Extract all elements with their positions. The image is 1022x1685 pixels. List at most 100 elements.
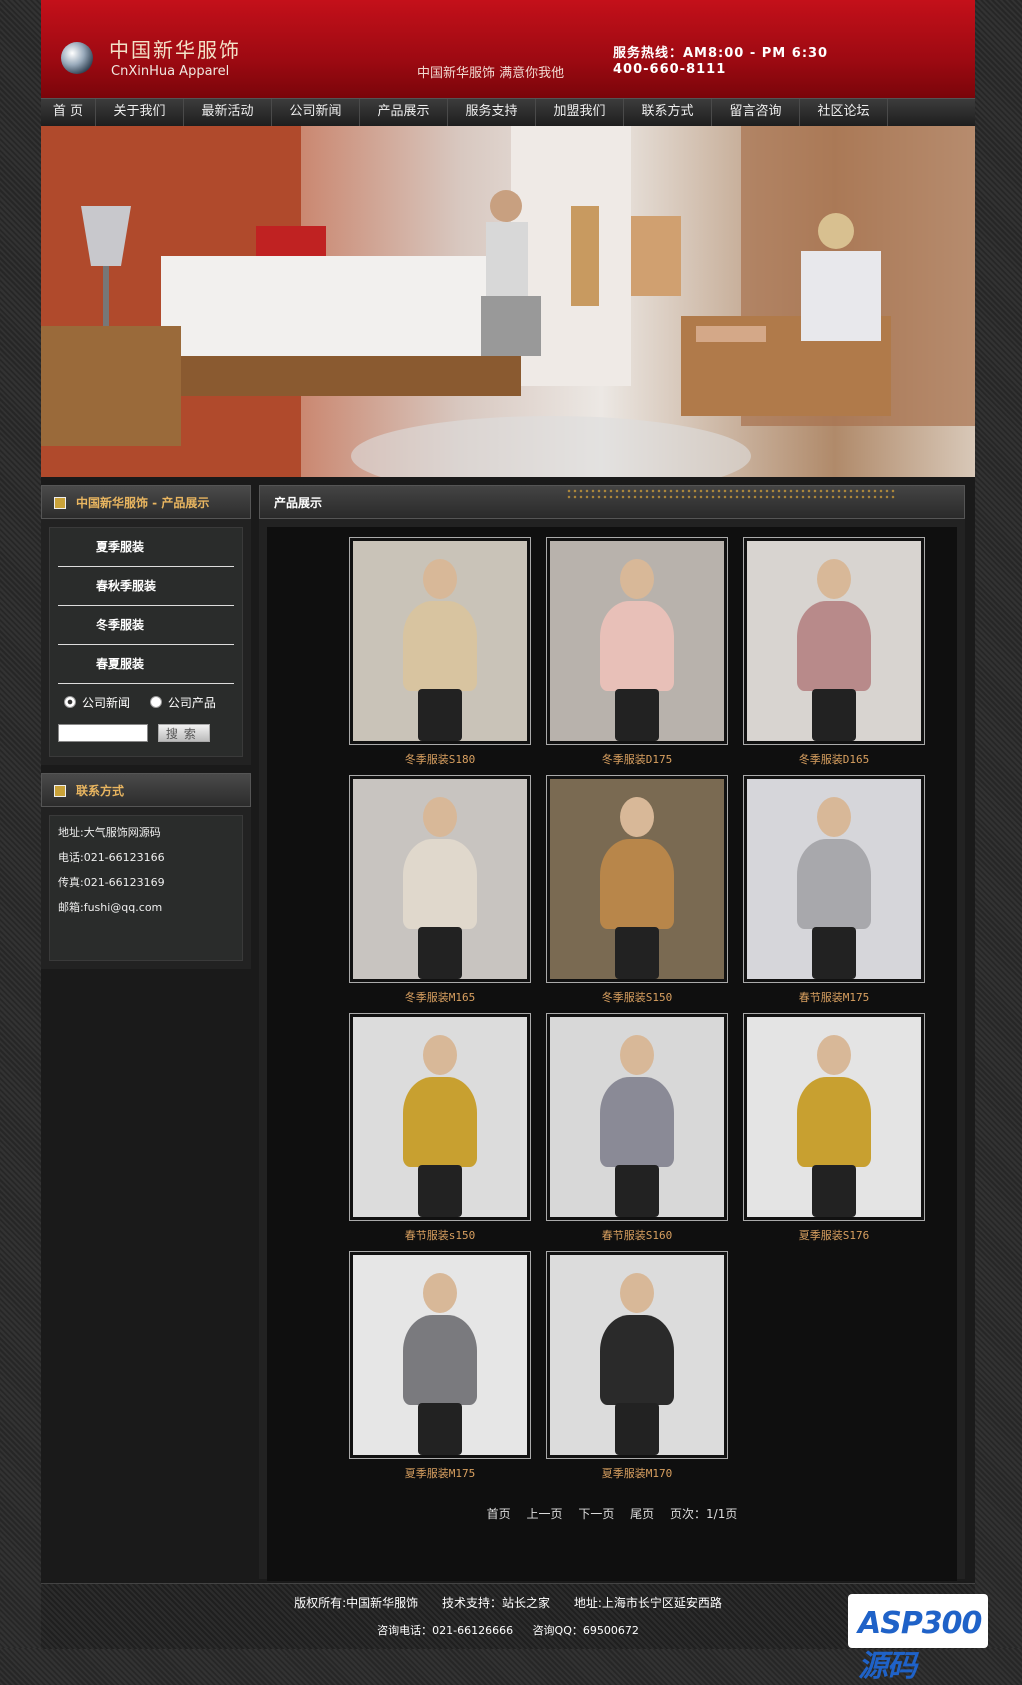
product-photo[interactable]: [349, 775, 531, 983]
model-legs-shape: [615, 689, 659, 741]
category-spring-summer[interactable]: 春夏服装: [58, 645, 234, 684]
model-head-shape: [423, 1035, 457, 1075]
product-gallery: 冬季服装S180 冬季服装D175 冬季服装D165 冬季服装M165 冬季服装S150…: [267, 527, 957, 1581]
category-spring-autumn[interactable]: 春秋季服装: [58, 567, 234, 606]
product-card[interactable]: 冬季服装M165: [349, 775, 531, 1005]
contact-info: 地址:大气服饰网源码 电话:021-66123166 传真:021-661231…: [49, 815, 243, 961]
footer-address: 地址:上海市长宁区延安西路: [573, 1596, 722, 1610]
product-photo[interactable]: [349, 1013, 531, 1221]
model-clothing-shape: [403, 601, 477, 691]
nav-contact[interactable]: 联系方式: [624, 99, 712, 126]
product-card[interactable]: 冬季服装D175: [546, 537, 728, 767]
panel-bullet-icon: [54, 785, 66, 797]
product-photo[interactable]: [546, 775, 728, 983]
product-name[interactable]: 冬季服装D165: [743, 751, 925, 767]
product-section-title: 产品展示: [274, 496, 323, 510]
model-legs-shape: [812, 689, 856, 741]
contact-panel-header: 联系方式: [41, 773, 251, 807]
model-clothing-shape: [797, 1077, 871, 1167]
product-photo[interactable]: [546, 1251, 728, 1459]
nav-products[interactable]: 产品展示: [360, 99, 448, 126]
product-card[interactable]: 夏季服装M175: [349, 1251, 531, 1481]
model-legs-shape: [615, 1403, 659, 1455]
page-first[interactable]: 首页: [487, 1507, 511, 1521]
model-head-shape: [423, 559, 457, 599]
nav-forum[interactable]: 社区论坛: [800, 99, 888, 126]
page-last[interactable]: 尾页: [630, 1507, 654, 1521]
model-clothing-shape: [403, 1077, 477, 1167]
search-scope: 公司新闻 公司产品: [50, 684, 242, 716]
product-photo[interactable]: [743, 775, 925, 983]
nav-about[interactable]: 关于我们: [96, 99, 184, 126]
product-name[interactable]: 春节服装S160: [546, 1227, 728, 1243]
radio-news[interactable]: [64, 696, 76, 708]
product-card[interactable]: 夏季服装M170: [546, 1251, 728, 1481]
model-clothing-shape: [403, 839, 477, 929]
product-name[interactable]: 春节服装M175: [743, 989, 925, 1005]
model-head-shape: [817, 559, 851, 599]
model-head-shape: [817, 1035, 851, 1075]
model-head-shape: [620, 559, 654, 599]
main-nav: 首 页 关于我们 最新活动 公司新闻 产品展示 服务支持 加盟我们 联系方式 留…: [41, 98, 975, 127]
model-legs-shape: [812, 927, 856, 979]
product-card[interactable]: 春节服装s150: [349, 1013, 531, 1243]
hotline-hours: 服务热线：AM8:00 - PM 6:30: [613, 46, 829, 61]
product-name[interactable]: 冬季服装S180: [349, 751, 531, 767]
product-photo[interactable]: [546, 1013, 728, 1221]
product-section: 产品展示 冬季服装S180 冬季服装D175 冬季服装D165 冬季服装M165 冬季服…: [259, 485, 965, 1581]
product-name[interactable]: 春节服装s150: [349, 1227, 531, 1243]
model-legs-shape: [615, 927, 659, 979]
footer-qq: 咨询QQ：69500672: [532, 1624, 639, 1637]
model-clothing-shape: [797, 601, 871, 691]
product-photo[interactable]: [743, 1013, 925, 1221]
nav-events[interactable]: 最新活动: [184, 99, 272, 126]
logo-chinese[interactable]: 中国新华服饰: [109, 34, 241, 63]
product-name[interactable]: 夏季服装M175: [349, 1465, 531, 1481]
product-name[interactable]: 夏季服装M170: [546, 1465, 728, 1481]
contact-panel-title: 联系方式: [76, 784, 125, 798]
radio-news-label: 公司新闻: [82, 696, 131, 710]
page-prev[interactable]: 上一页: [526, 1507, 562, 1521]
product-card[interactable]: 春节服装M175: [743, 775, 925, 1005]
search-button[interactable]: 搜索: [157, 724, 210, 742]
footer-phone: 咨询电话：021-66126666: [377, 1624, 514, 1637]
model-clothing-shape: [600, 1077, 674, 1167]
logo-english: CnXinHua Apparel: [111, 64, 230, 79]
product-name[interactable]: 冬季服装M165: [349, 989, 531, 1005]
nav-message[interactable]: 留言咨询: [712, 99, 800, 126]
category-panel-title: 中国新华服饰 - 产品展示: [76, 496, 210, 510]
model-head-shape: [423, 1273, 457, 1313]
product-card[interactable]: 冬季服装S180: [349, 537, 531, 767]
product-card[interactable]: 春节服装S160: [546, 1013, 728, 1243]
product-name[interactable]: 冬季服装D175: [546, 751, 728, 767]
product-card[interactable]: 夏季服装S176: [743, 1013, 925, 1243]
model-clothing-shape: [797, 839, 871, 929]
product-card[interactable]: 冬季服装S150: [546, 775, 728, 1005]
product-card[interactable]: 冬季服装D165: [743, 537, 925, 767]
product-photo[interactable]: [349, 1251, 531, 1459]
model-head-shape: [620, 1273, 654, 1313]
product-photo[interactable]: [743, 537, 925, 745]
product-photo[interactable]: [546, 537, 728, 745]
contact-address: 地址:大气服饰网源码: [58, 826, 161, 839]
model-head-shape: [423, 797, 457, 837]
site-header: 中国新华服饰 CnXinHua Apparel 中国新华服饰 满意你我他 服务热…: [41, 0, 975, 98]
nav-news[interactable]: 公司新闻: [272, 99, 360, 126]
model-legs-shape: [812, 1165, 856, 1217]
category-winter[interactable]: 冬季服装: [58, 606, 234, 645]
page-next[interactable]: 下一页: [578, 1507, 614, 1521]
watermark-text: ASP300源码: [858, 1606, 982, 1684]
category-summer[interactable]: 夏季服装: [58, 528, 234, 567]
nav-join[interactable]: 加盟我们: [536, 99, 624, 126]
product-name[interactable]: 冬季服装S150: [546, 989, 728, 1005]
slogan: 中国新华服饰 满意你我他: [417, 66, 565, 81]
page-wrapper: 中国新华服饰 CnXinHua Apparel 中国新华服饰 满意你我他 服务热…: [41, 0, 975, 1649]
product-name[interactable]: 夏季服装S176: [743, 1227, 925, 1243]
product-photo[interactable]: [349, 537, 531, 745]
model-clothing-shape: [403, 1315, 477, 1405]
product-section-header: 产品展示: [259, 485, 965, 519]
search-input[interactable]: [58, 724, 148, 742]
nav-support[interactable]: 服务支持: [448, 99, 536, 126]
radio-products[interactable]: [149, 696, 162, 708]
nav-home[interactable]: 首 页: [41, 99, 96, 126]
